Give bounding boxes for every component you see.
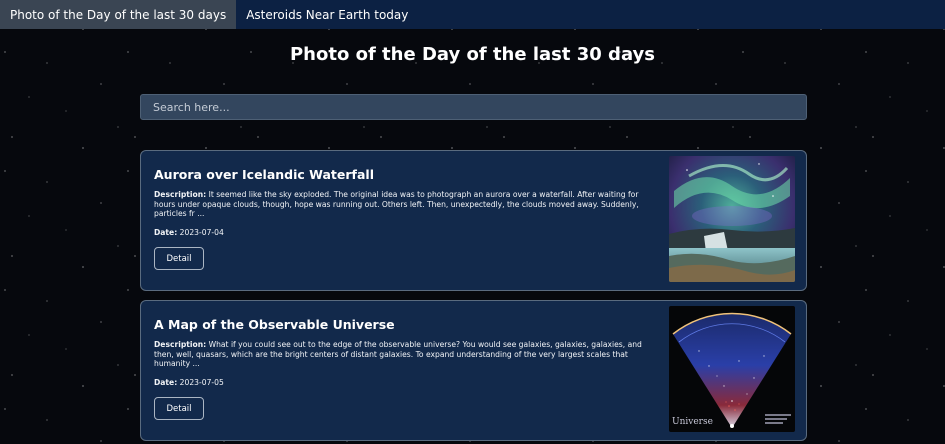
search-input[interactable] <box>140 94 807 120</box>
page-title: Photo of the Day of the last 30 days <box>289 44 655 65</box>
aurora-photo[interactable] <box>669 156 795 282</box>
date-value: 2023-07-04 <box>179 228 224 237</box>
top-navbar: Photo of the Day of the last 30 days Ast… <box>0 0 945 29</box>
description-text: What if you could see out to the edge of… <box>154 340 642 368</box>
card-date: Date: 2023-07-05 <box>154 378 224 387</box>
card-description: Description: It seemed like the sky expl… <box>154 190 652 219</box>
date-value: 2023-07-05 <box>179 378 224 387</box>
description-text: It seemed like the sky exploded. The ori… <box>154 190 639 218</box>
detail-button[interactable]: Detail <box>154 397 204 420</box>
apod-card: A Map of the Observable Universe Descrip… <box>140 300 807 441</box>
card-title: Aurora over Icelandic Waterfall <box>154 167 374 182</box>
universe-map-photo[interactable]: Universe <box>669 306 795 432</box>
date-label: Date: <box>154 228 178 237</box>
apod-card: Aurora over Icelandic Waterfall Descript… <box>140 150 807 291</box>
card-title: A Map of the Observable Universe <box>154 317 395 332</box>
detail-button[interactable]: Detail <box>154 247 204 270</box>
universe-image-text: Universe <box>672 417 713 427</box>
description-label: Description: <box>154 340 207 349</box>
card-date: Date: 2023-07-04 <box>154 228 224 237</box>
date-label: Date: <box>154 378 178 387</box>
nav-item-asteroids[interactable]: Asteroids Near Earth today <box>236 0 418 29</box>
card-description: Description: What if you could see out t… <box>154 340 652 369</box>
nav-item-photo-of-the-day[interactable]: Photo of the Day of the last 30 days <box>0 0 237 29</box>
description-label: Description: <box>154 190 207 199</box>
